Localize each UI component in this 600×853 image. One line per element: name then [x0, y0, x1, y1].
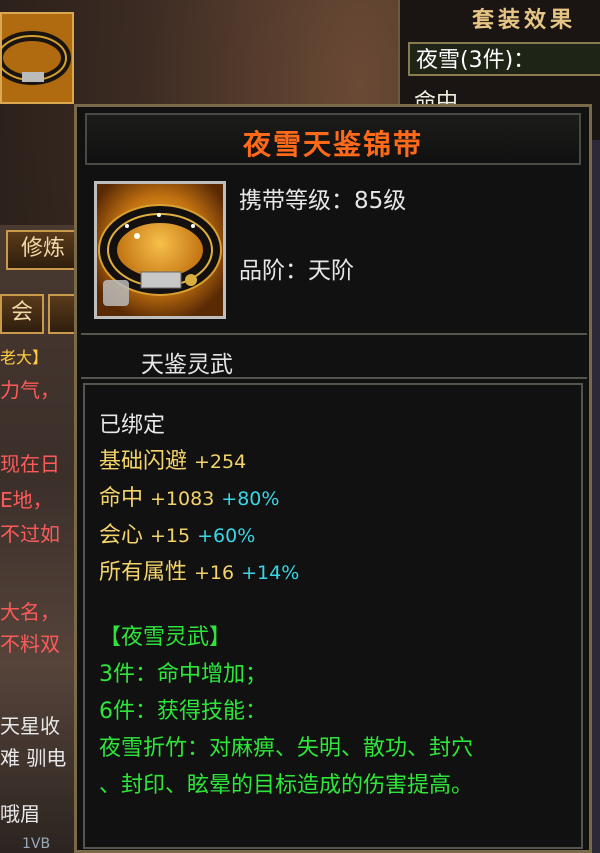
set-panel-name: 夜雪(3件)：: [408, 42, 600, 76]
chat-line: E地，: [0, 488, 53, 512]
stat-name: 命中: [99, 486, 144, 511]
set-effect-line: 夜雪折竹：对麻痹、失明、散功、封穴: [99, 736, 474, 761]
chat-line: 难 驯电: [0, 746, 67, 770]
guild-button[interactable]: 会: [0, 294, 44, 334]
stat-base: +254: [194, 451, 247, 473]
bound-status: 已绑定: [99, 413, 166, 438]
chat-line: 天星收: [0, 714, 60, 738]
item-icon-frame: [94, 181, 226, 319]
chat-line: 不料双: [0, 632, 60, 656]
carry-level: 携带等级：85级: [239, 188, 407, 214]
tooltip-header: 夜雪天鉴锦带: [85, 113, 581, 165]
equipped-belt-slot[interactable]: [0, 12, 74, 104]
tooltip-body: 已绑定 基础闪避 +254 命中 +1083 +80% 会心 +15 +60% …: [83, 383, 583, 849]
chat-line: 1VB: [22, 836, 51, 852]
divider: [81, 333, 587, 335]
set-effect-line: 、封印、眩晕的目标造成的伤害提高。: [99, 773, 474, 798]
item-name: 夜雪天鉴锦带: [242, 128, 423, 161]
chat-line: 力气，: [0, 378, 60, 402]
stat-bonus: +14%: [241, 562, 300, 584]
stat-bonus: +60%: [197, 525, 256, 547]
item-series: 天鉴灵武: [141, 352, 233, 378]
stat-name: 所有属性: [99, 560, 188, 585]
stat-name: 会心: [99, 523, 144, 548]
bag-icon: [103, 280, 129, 306]
divider: [81, 377, 587, 379]
stat-row: 所有属性 +16 +14%: [99, 554, 299, 586]
stat-row: 命中 +1083 +80%: [99, 480, 279, 512]
set-panel-title: 套装效果: [472, 8, 577, 33]
chat-line: 不过如: [0, 522, 60, 546]
stat-base: +1083: [150, 488, 215, 510]
set-effect-line: 3件：命中增加；: [99, 662, 267, 687]
cultivate-button[interactable]: 修炼: [6, 230, 80, 270]
stat-base: +15: [150, 525, 191, 547]
chat-line: 老大】: [0, 348, 49, 367]
stat-name: 基础闪避: [99, 449, 188, 474]
set-header: 【夜雪灵武】: [99, 625, 232, 650]
chat-line: 大名，: [0, 600, 60, 624]
stat-row: 基础闪避 +254: [99, 443, 246, 475]
chat-line: 哦眉: [0, 802, 40, 826]
belt-icon: [2, 14, 72, 102]
stat-base: +16: [194, 562, 235, 584]
item-grade: 品阶：天阶: [239, 258, 354, 284]
stat-row: 会心 +15 +60%: [99, 517, 255, 549]
chat-line: 现在日: [0, 452, 60, 476]
item-tooltip: 夜雪天鉴锦带 携带等级：85级 品阶：天阶 天鉴灵武 已绑定 基础闪避 +254…: [74, 104, 592, 853]
set-effect-line: 6件：获得技能：: [99, 699, 267, 724]
stat-bonus: +80%: [221, 488, 280, 510]
